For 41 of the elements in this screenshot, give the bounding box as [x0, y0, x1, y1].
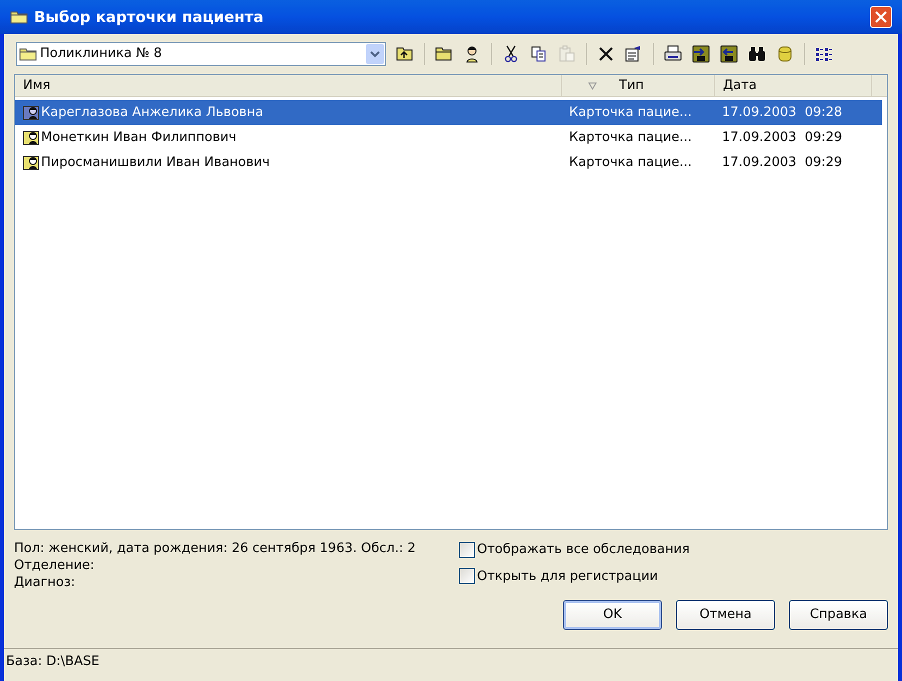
export-icon — [719, 44, 739, 64]
window-title: Выбор карточки пациента — [34, 6, 264, 28]
patient-row[interactable]: Монеткин Иван Филиппович Карточка пацие... 17.09.2003 09:29 — [15, 125, 882, 150]
dialog-button[interactable]: Отмена — [676, 600, 775, 630]
column-header[interactable]: Дата — [715, 75, 872, 96]
patient-card-icon — [23, 154, 40, 171]
table-cell-text: Карточка пацие... — [568, 128, 693, 147]
checkbox[interactable] — [459, 568, 475, 584]
table-cell-text: Кареглазова Анжелика Львовна — [41, 104, 264, 122]
close-icon — [875, 11, 887, 23]
patient-card-icon — [23, 129, 40, 146]
folder-icon — [10, 10, 28, 24]
close-button[interactable] — [870, 6, 892, 28]
info-text: Диагноз: — [14, 574, 76, 591]
patient-row[interactable]: Пиросманишвили Иван Иванович Карточка пацие... 17.09.2003 09:29 — [15, 150, 882, 175]
checkbox[interactable] — [459, 542, 475, 558]
column-header[interactable]: Имя — [15, 75, 562, 96]
location-dropdown[interactable]: Поликлиника № 8 — [16, 42, 386, 66]
table-cell-text: 17.09.2003 09:28 — [721, 104, 842, 122]
patient-row[interactable]: Кареглазова Анжелика Львовна Карточка пацие... 17.09.2003 09:28 — [15, 100, 882, 125]
binoculars-icon — [747, 44, 767, 64]
folder-icon — [19, 47, 37, 61]
status-text: База: D:\BASE — [6, 652, 100, 671]
table-cell-text: Монеткин Иван Филиппович — [41, 128, 236, 147]
checkbox-label: Открыть для регистрации — [477, 568, 658, 586]
sort-arrow-icon — [588, 82, 597, 90]
info-text: Пол: женский, дата рождения: 26 сентября 1963. Обсл.: 2 — [14, 540, 417, 557]
column-header[interactable]: Тип — [562, 75, 715, 96]
location-value: Поликлиника № 8 — [40, 45, 163, 64]
table-cell-text: Карточка пацие... — [568, 154, 693, 172]
table-cell-text: Карточка пацие... — [568, 104, 693, 122]
dialog-button[interactable]: Справка — [789, 600, 888, 630]
table-cell-text: 17.09.2003 09:29 — [721, 128, 842, 147]
table-cell-text: Пиросманишвили Иван Иванович — [41, 154, 270, 172]
dialog-button[interactable]: OK — [563, 600, 662, 630]
import-icon — [691, 44, 711, 64]
patient-card-icon — [23, 104, 40, 121]
paste-icon — [557, 44, 577, 64]
info-text: Отделение: — [14, 557, 96, 574]
checkbox-label: Отображать все обследования — [477, 541, 690, 559]
table-cell-text: 17.09.2003 09:29 — [721, 154, 842, 172]
